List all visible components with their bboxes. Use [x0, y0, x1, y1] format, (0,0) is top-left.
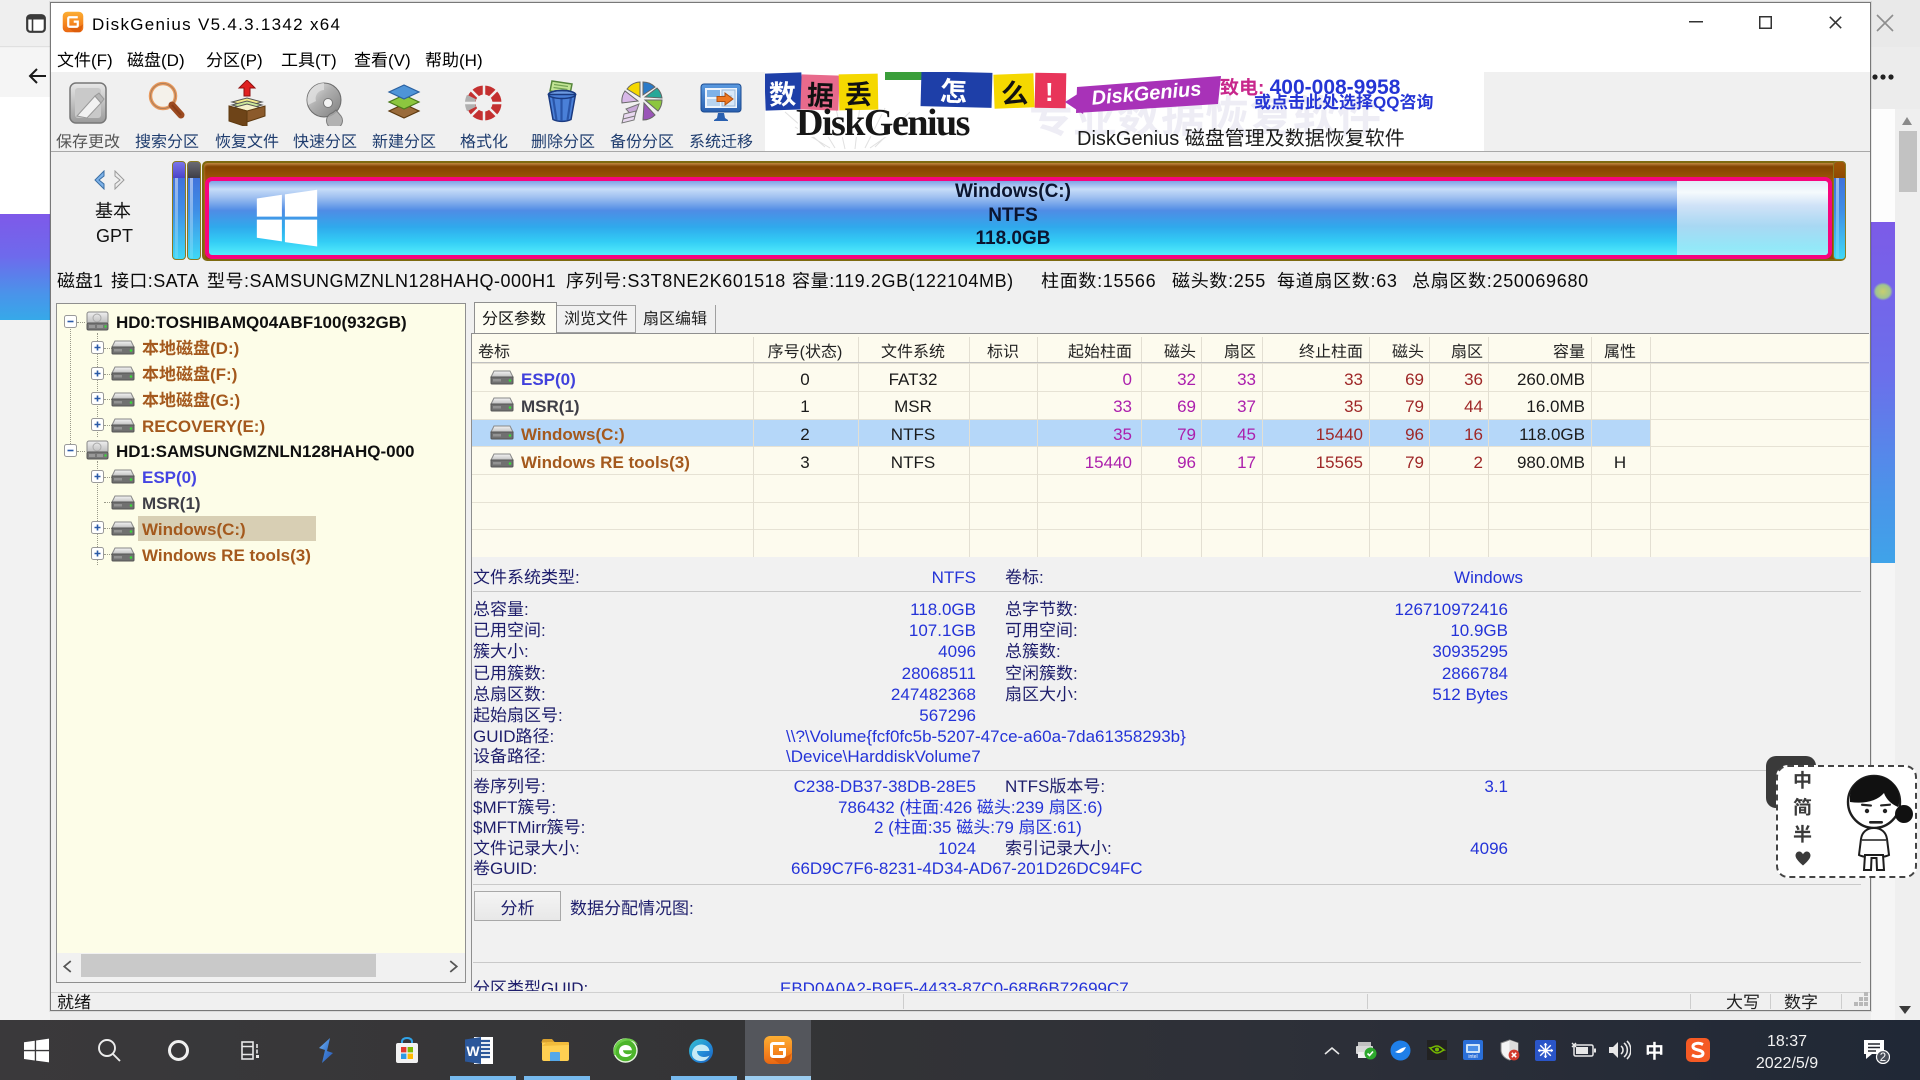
svg-text:intel: intel: [1468, 1054, 1477, 1060]
svg-text:W: W: [466, 1043, 480, 1059]
svg-text:2: 2: [1880, 1052, 1886, 1064]
